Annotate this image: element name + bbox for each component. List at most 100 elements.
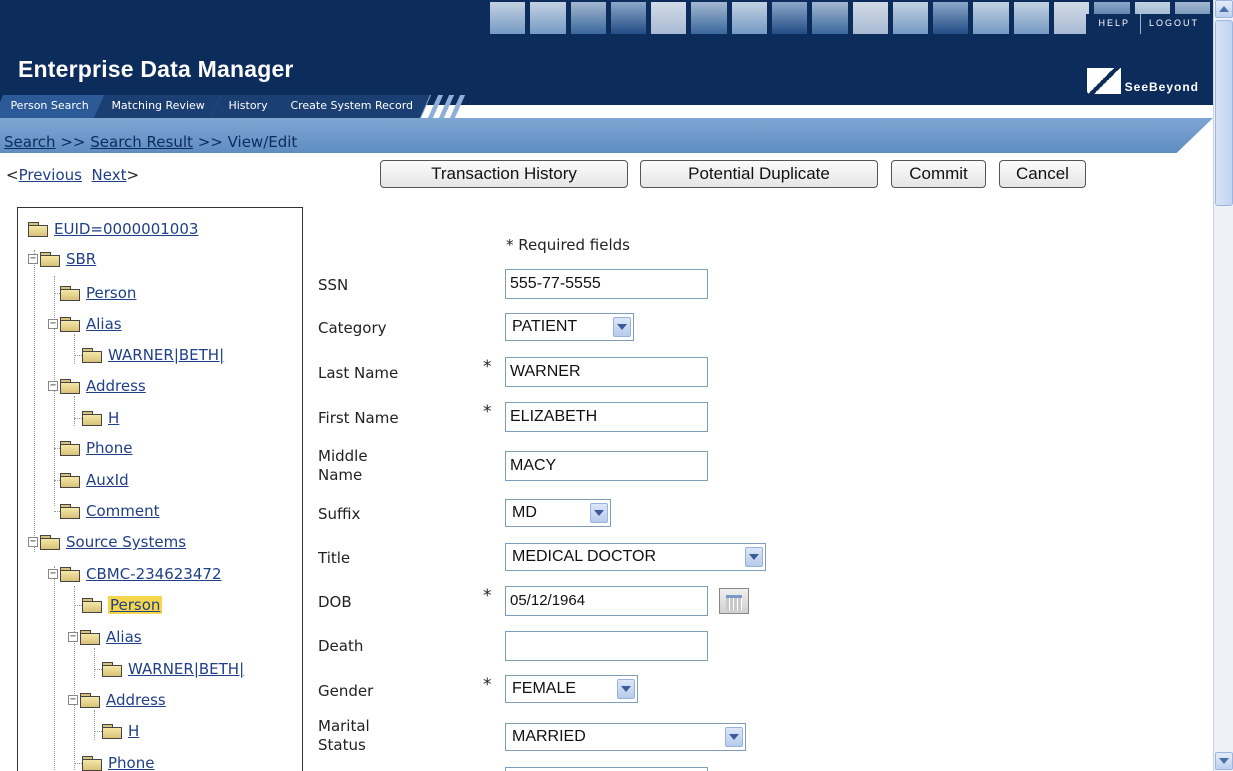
folder-icon [60, 567, 80, 582]
dob-label: DOB [318, 593, 352, 611]
folder-icon [102, 662, 122, 677]
tree-node-src-person: Person [82, 594, 163, 616]
tab-label: Matching Review [111, 99, 206, 112]
marital-status-value: MARRIED [512, 728, 586, 745]
tab-matching-review[interactable]: Matching Review [94, 95, 223, 118]
folder-icon [60, 504, 80, 519]
lt-glyph: < [6, 166, 19, 184]
tree-link-sbr-address[interactable]: Address [86, 377, 146, 395]
category-value: PATIENT [512, 318, 578, 335]
gender-select[interactable]: FEMALE [505, 675, 638, 703]
tree-node-euid: EUID=0000001003 [28, 218, 198, 240]
tree-node-sbr-alias: − Alias [48, 313, 122, 335]
tree-link-sbr-alias-value[interactable]: WARNER|BETH| [108, 346, 224, 364]
chevron-down-icon[interactable] [745, 547, 763, 567]
cancel-button[interactable]: Cancel [999, 160, 1086, 188]
folder-icon [80, 693, 100, 708]
required-marker: * [483, 586, 492, 606]
last-name-field[interactable]: WARNER [505, 357, 708, 387]
scroll-thumb[interactable] [1215, 20, 1233, 206]
help-logout-bar: HELP LOGOUT [1086, 14, 1211, 34]
tree-link-sbr[interactable]: SBR [66, 250, 96, 268]
calendar-icon[interactable] [719, 588, 749, 614]
collapse-icon[interactable]: − [48, 569, 58, 579]
suffix-select[interactable]: MD [505, 499, 611, 527]
logout-link[interactable]: LOGOUT [1139, 14, 1207, 34]
tree-link-euid[interactable]: EUID=0000001003 [54, 220, 198, 238]
collapse-icon[interactable]: − [28, 537, 38, 547]
app-title: Enterprise Data Manager [18, 56, 294, 82]
collapse-icon[interactable]: − [48, 381, 58, 391]
folder-icon [80, 630, 100, 645]
required-marker: * [483, 357, 492, 377]
tree-link-sbr-auxid[interactable]: AuxId [86, 471, 129, 489]
tree-link-sbr-comment[interactable]: Comment [86, 502, 160, 520]
tree-node-sbr-phone: Phone [60, 437, 132, 459]
seebeyond-logo-icon [1086, 68, 1121, 94]
tab-person-search[interactable]: Person Search [0, 95, 107, 118]
tree-link-src-alias[interactable]: Alias [106, 628, 142, 646]
category-label: Category [318, 319, 387, 337]
tree-link-sbr-person[interactable]: Person [86, 284, 136, 302]
folder-icon [102, 724, 122, 739]
required-fields-note: * Required fields [506, 236, 630, 254]
tree-link-src-address[interactable]: Address [106, 691, 166, 709]
death-field[interactable] [505, 631, 708, 661]
folder-icon [60, 317, 80, 332]
category-select[interactable]: PATIENT [505, 313, 634, 341]
title-label: Title [318, 549, 351, 567]
vertical-scrollbar[interactable] [1213, 0, 1233, 771]
help-link[interactable]: HELP [1090, 14, 1138, 34]
previous-link[interactable]: Previous [19, 166, 82, 184]
tree-link-src-person-selected[interactable]: Person [108, 596, 163, 614]
folder-icon [60, 441, 80, 456]
record-tree: EUID=0000001003 − SBR Person − Alias WARNE… [17, 207, 303, 771]
next-field-partial[interactable] [505, 767, 708, 771]
tree-link-sbr-phone[interactable]: Phone [86, 439, 132, 457]
first-name-field[interactable]: ELIZABETH [505, 402, 708, 432]
tab-label: History [228, 99, 268, 112]
breadcrumb-search-link[interactable]: Search [4, 133, 56, 151]
ssn-field[interactable]: 555-77-5555 [505, 269, 708, 299]
scroll-up-icon[interactable] [1215, 0, 1233, 18]
scroll-down-icon[interactable] [1215, 752, 1233, 770]
chevron-down-icon[interactable] [617, 679, 635, 699]
dob-field[interactable]: 05/12/1964 [505, 586, 708, 616]
tree-link-src-address-h[interactable]: H [128, 722, 139, 740]
folder-icon [82, 348, 102, 363]
collapse-icon[interactable]: − [28, 254, 38, 264]
marital-status-label: Marital Status [318, 717, 370, 754]
app-header: HELP LOGOUT Enterprise Data Manager SeeB… [0, 0, 1213, 105]
breadcrumb-search-result-link[interactable]: Search Result [90, 133, 193, 151]
chevron-down-icon[interactable] [613, 317, 631, 337]
collapse-icon[interactable]: − [68, 695, 78, 705]
folder-icon [60, 286, 80, 301]
tree-link-sbr-address-h[interactable]: H [108, 409, 119, 427]
tree-link-system-record[interactable]: CBMC-234623472 [86, 565, 221, 583]
collapse-icon[interactable]: − [48, 319, 58, 329]
gt-glyph: > [126, 166, 140, 184]
suffix-value: MD [512, 504, 537, 521]
tree-node-source-systems: − Source Systems [28, 531, 186, 553]
chevron-down-icon[interactable] [590, 503, 608, 523]
potential-duplicate-button[interactable]: Potential Duplicate [640, 160, 878, 188]
middle-name-field[interactable]: MACY [505, 451, 708, 481]
collapse-icon[interactable]: − [68, 632, 78, 642]
tab-create-system-record[interactable]: Create System Record [272, 95, 431, 118]
tree-node-sbr-address-h: H [82, 407, 119, 429]
tree-link-source-systems[interactable]: Source Systems [66, 533, 186, 551]
commit-button[interactable]: Commit [891, 160, 986, 188]
marital-status-select[interactable]: MARRIED [505, 723, 746, 751]
tree-node-sbr-alias-value: WARNER|BETH| [82, 344, 224, 366]
next-link[interactable]: Next [92, 166, 127, 184]
transaction-history-button[interactable]: Transaction History [380, 160, 628, 188]
tree-link-sbr-alias[interactable]: Alias [86, 315, 122, 333]
tree-link-src-alias-value[interactable]: WARNER|BETH| [128, 660, 244, 678]
seebeyond-logo: SeeBeyond [1086, 68, 1199, 94]
last-name-label: Last Name [318, 364, 399, 382]
title-value: MEDICAL DOCTOR [512, 548, 657, 565]
chevron-down-icon[interactable] [725, 727, 743, 747]
title-select[interactable]: MEDICAL DOCTOR [505, 543, 766, 571]
tree-node-src-address: − Address [68, 689, 166, 711]
tree-link-src-phone[interactable]: Phone [108, 754, 154, 771]
